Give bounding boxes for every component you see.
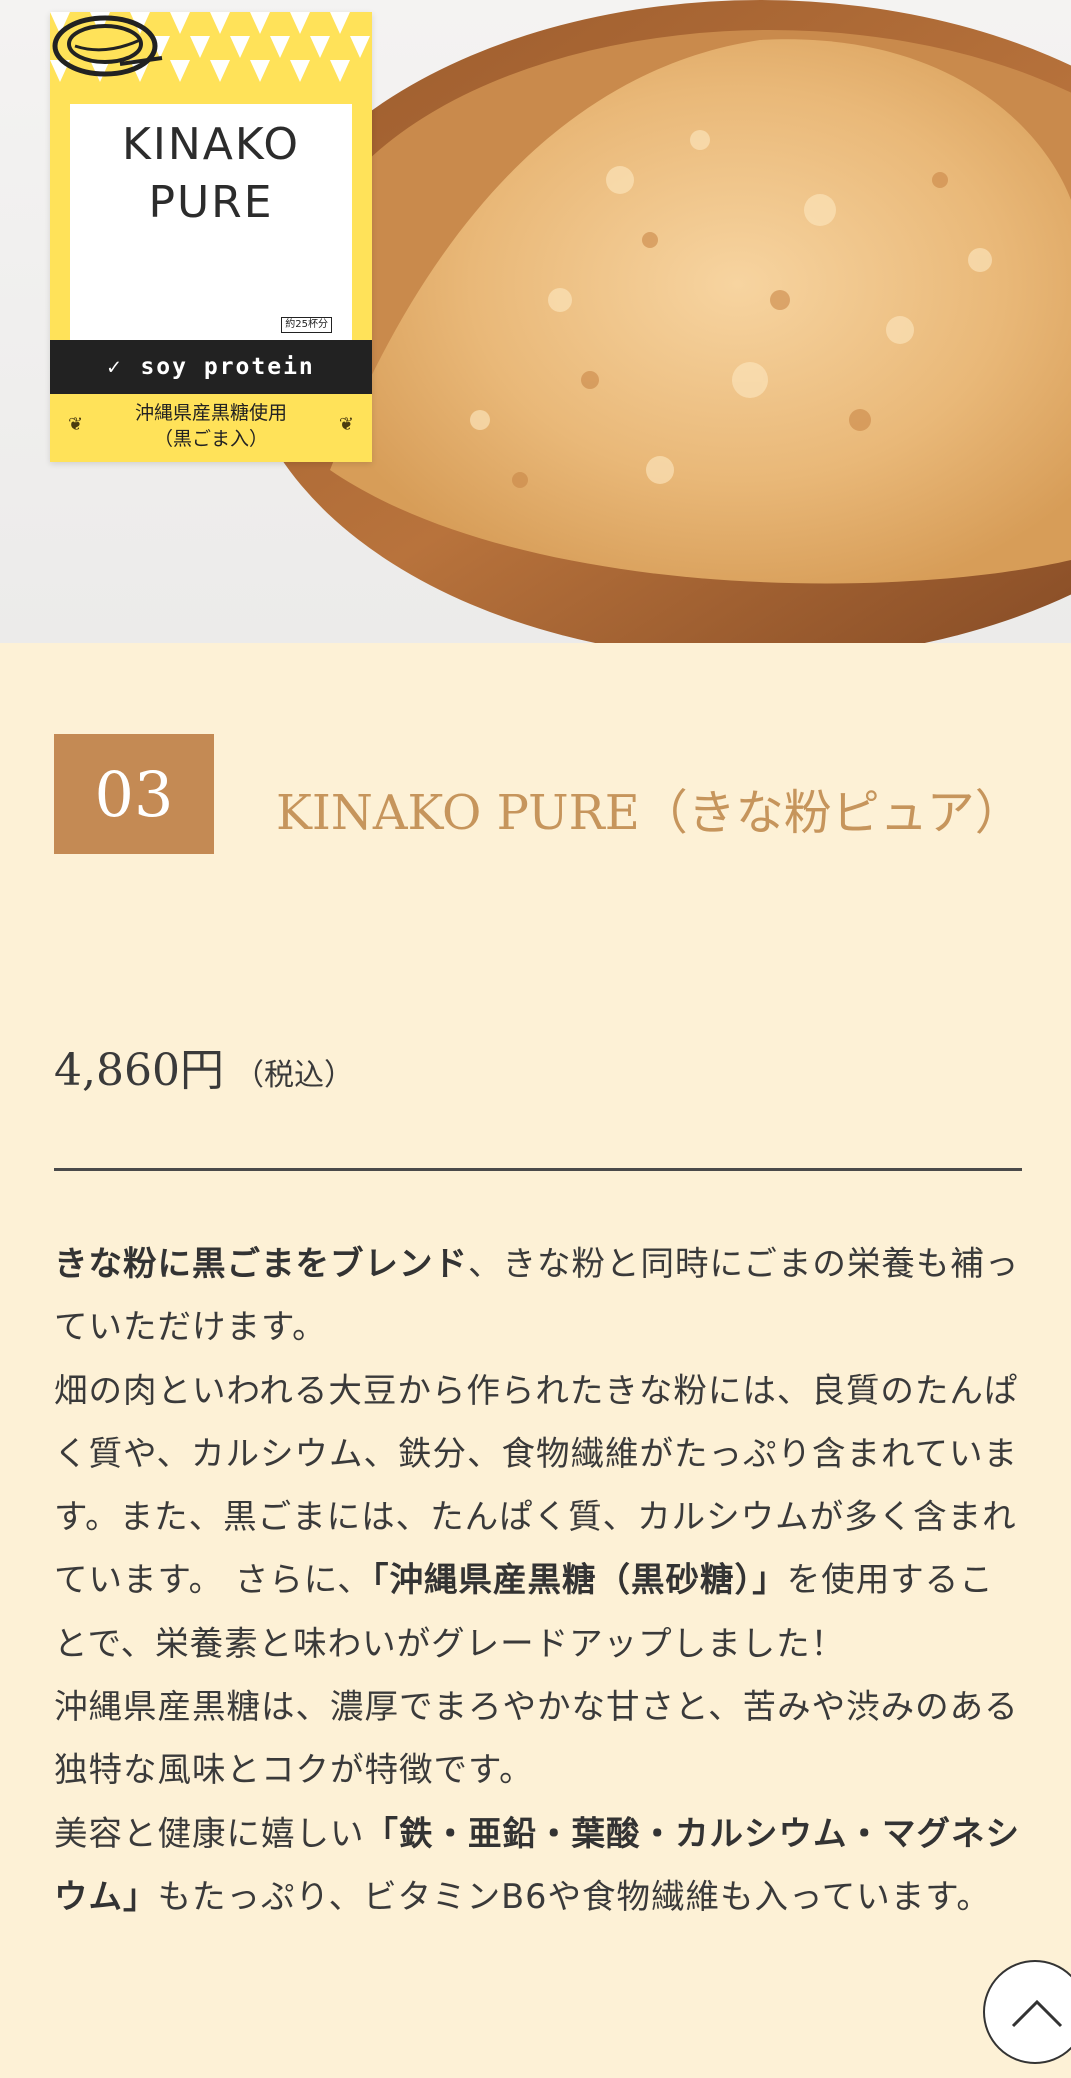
back-to-top-button[interactable] bbox=[983, 1960, 1071, 2064]
price-value: 4,860円 bbox=[54, 1045, 224, 1096]
package-title-line2: PURE bbox=[148, 177, 274, 228]
product-description: きな粉に黒ごまをブレンド、きな粉と同時にごまの栄養も補っていただけます。 畑の肉… bbox=[54, 1232, 1020, 1928]
highlight-text: 「沖縄県産黒糖（黒砂糖）」 bbox=[371, 1560, 787, 1600]
crane-icon: ✓ bbox=[107, 354, 123, 380]
divider bbox=[54, 1168, 1022, 1171]
description-paragraph: 沖縄県産黒糖は、濃厚でまろやかな甘さと、苦みや渋みのある独特な風味とコクが特徴で… bbox=[54, 1687, 1019, 1790]
package-footer: ❦ 沖縄県産黒糖使用 （黒ごま入） ❦ bbox=[50, 394, 372, 462]
description-paragraph: 畑の肉といわれる大豆から作られたきな粉には、良質のたんぱく質や、カルシウム、鉄分… bbox=[54, 1359, 1020, 1675]
package-foot-line2: （黒ごま入） bbox=[153, 428, 268, 450]
body-text: 美容と健康に嬉しい bbox=[54, 1813, 365, 1853]
description-paragraph: 美容と健康に嬉しい「鉄・亜鉛・葉酸・カルシウム・マグネシウム」もたっぷり、ビタミ… bbox=[54, 1802, 1020, 1929]
package-title-line1: KINAKO bbox=[122, 119, 300, 170]
seed-icon: ❦ bbox=[68, 414, 84, 435]
bowl-icon bbox=[52, 15, 163, 77]
servings-label: 約25杯分 bbox=[281, 317, 332, 333]
soy-protein-band: ✓ soy protein bbox=[50, 340, 372, 394]
description-paragraph: きな粉に黒ごまをブレンド、きな粉と同時にごまの栄養も補っていただけます。 bbox=[54, 1232, 1020, 1359]
package-foot-line1: 沖縄県産黒糖使用 bbox=[134, 402, 287, 424]
body-text: もたっぷり、ビタミンB6や食物繊維も入っています。 bbox=[157, 1876, 991, 1916]
seed-icon: ❦ bbox=[338, 414, 354, 435]
chevron-up-icon bbox=[1011, 1999, 1063, 2028]
tax-note: （税込） bbox=[233, 1058, 354, 1093]
product-price: 4,860円 （税込） bbox=[54, 1034, 354, 1098]
highlight-text: きな粉に黒ごまをブレンド bbox=[54, 1244, 468, 1283]
hero-image: KINAKO PURE 約25杯分 ✓ soy protein ❦ 沖縄県産黒糖… bbox=[0, 0, 1071, 643]
product-package: KINAKO PURE 約25杯分 ✓ soy protein ❦ 沖縄県産黒糖… bbox=[50, 12, 372, 462]
band-label: soy protein bbox=[140, 354, 315, 380]
product-title: KINAKO PURE（きな粉ピュア） bbox=[276, 785, 1023, 841]
